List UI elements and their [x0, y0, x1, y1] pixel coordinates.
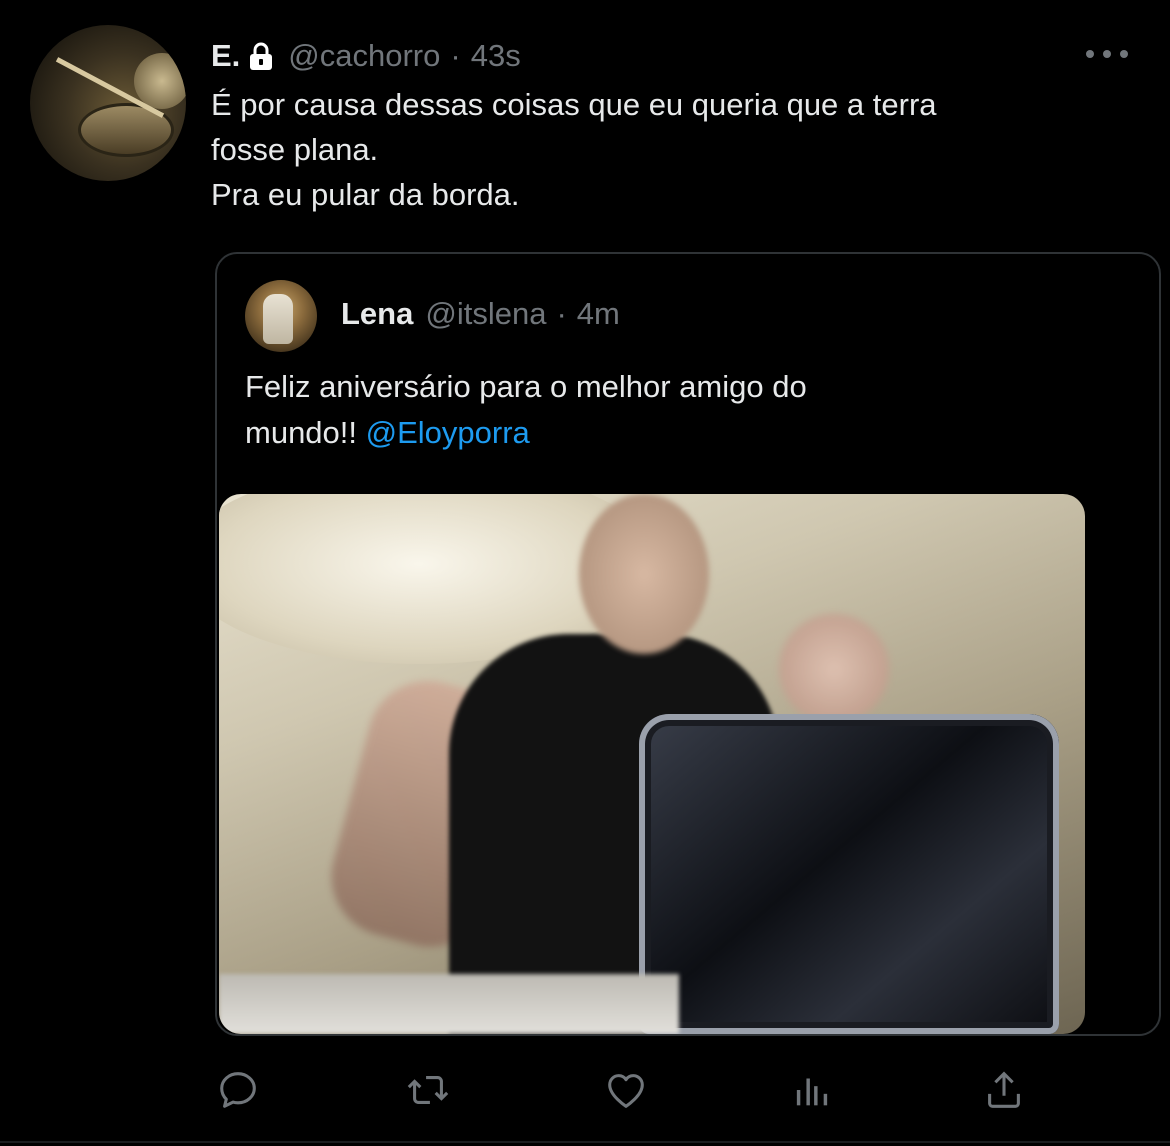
like-button[interactable] — [598, 1062, 654, 1118]
photo-floor — [219, 974, 679, 1034]
reply-icon — [220, 1072, 256, 1108]
tweet-text: É por causa dessas coisas que eu queria … — [211, 82, 1141, 217]
lock-icon — [248, 40, 274, 72]
tweet-actions-bar — [210, 1062, 1030, 1118]
tweet-header: E. @cachorro · 43s — [211, 36, 521, 76]
analytics-icon — [796, 1078, 828, 1106]
author-handle[interactable]: @cachorro — [288, 38, 440, 74]
quoted-author-avatar[interactable] — [245, 280, 317, 352]
quoted-author-handle[interactable]: @itslena — [425, 296, 546, 332]
analytics-button[interactable] — [784, 1062, 840, 1118]
retweet-button[interactable] — [400, 1062, 456, 1118]
quoted-text-line: Feliz aniversário para o melhor amigo do — [245, 369, 807, 404]
share-button[interactable] — [976, 1062, 1032, 1118]
more-horizontal-icon[interactable] — [1086, 40, 1128, 68]
more-dot — [1120, 50, 1128, 58]
author-name[interactable]: E. — [211, 38, 240, 74]
photo-head — [579, 494, 709, 654]
heart-icon — [608, 1074, 644, 1108]
more-dot — [1086, 50, 1094, 58]
tweet-text-line: fosse plana. — [211, 132, 379, 167]
mention-link[interactable]: @Eloyporra — [366, 415, 530, 450]
quoted-tweet-header: Lena @itslena · 4m — [341, 296, 620, 332]
retweet-icon — [407, 1076, 449, 1104]
share-icon — [988, 1071, 1020, 1108]
tweet-text-line: Pra eu pular da borda. — [211, 177, 520, 212]
quoted-tweet-timestamp[interactable]: 4m — [577, 296, 620, 332]
tweet-text-line: É por causa dessas coisas que eu queria … — [211, 87, 937, 122]
photo-drum — [639, 714, 1059, 1034]
divider — [0, 1141, 1170, 1143]
reply-button[interactable] — [210, 1062, 266, 1118]
tweet[interactable]: E. @cachorro · 43s É por causa dessas co… — [0, 0, 1170, 1146]
tweet-timestamp[interactable]: 43s — [471, 38, 521, 74]
photo-hand — [779, 614, 889, 724]
quoted-text-line: mundo!! @Eloyporra — [245, 410, 1125, 456]
more-dot — [1103, 50, 1111, 58]
quoted-text-prefix: mundo!! — [245, 415, 366, 450]
quoted-tweet-photo[interactable] — [219, 494, 1085, 1034]
avatar-figure-graphic — [263, 294, 293, 344]
quoted-tweet-card[interactable]: Lena @itslena · 4m Feliz aniversário par… — [215, 252, 1161, 1036]
separator-dot: · — [556, 296, 567, 331]
quoted-author-name[interactable]: Lena — [341, 296, 413, 332]
author-avatar[interactable] — [30, 25, 186, 181]
separator-dot: · — [450, 38, 461, 73]
quoted-tweet-text: Feliz aniversário para o melhor amigo do… — [245, 364, 1125, 456]
